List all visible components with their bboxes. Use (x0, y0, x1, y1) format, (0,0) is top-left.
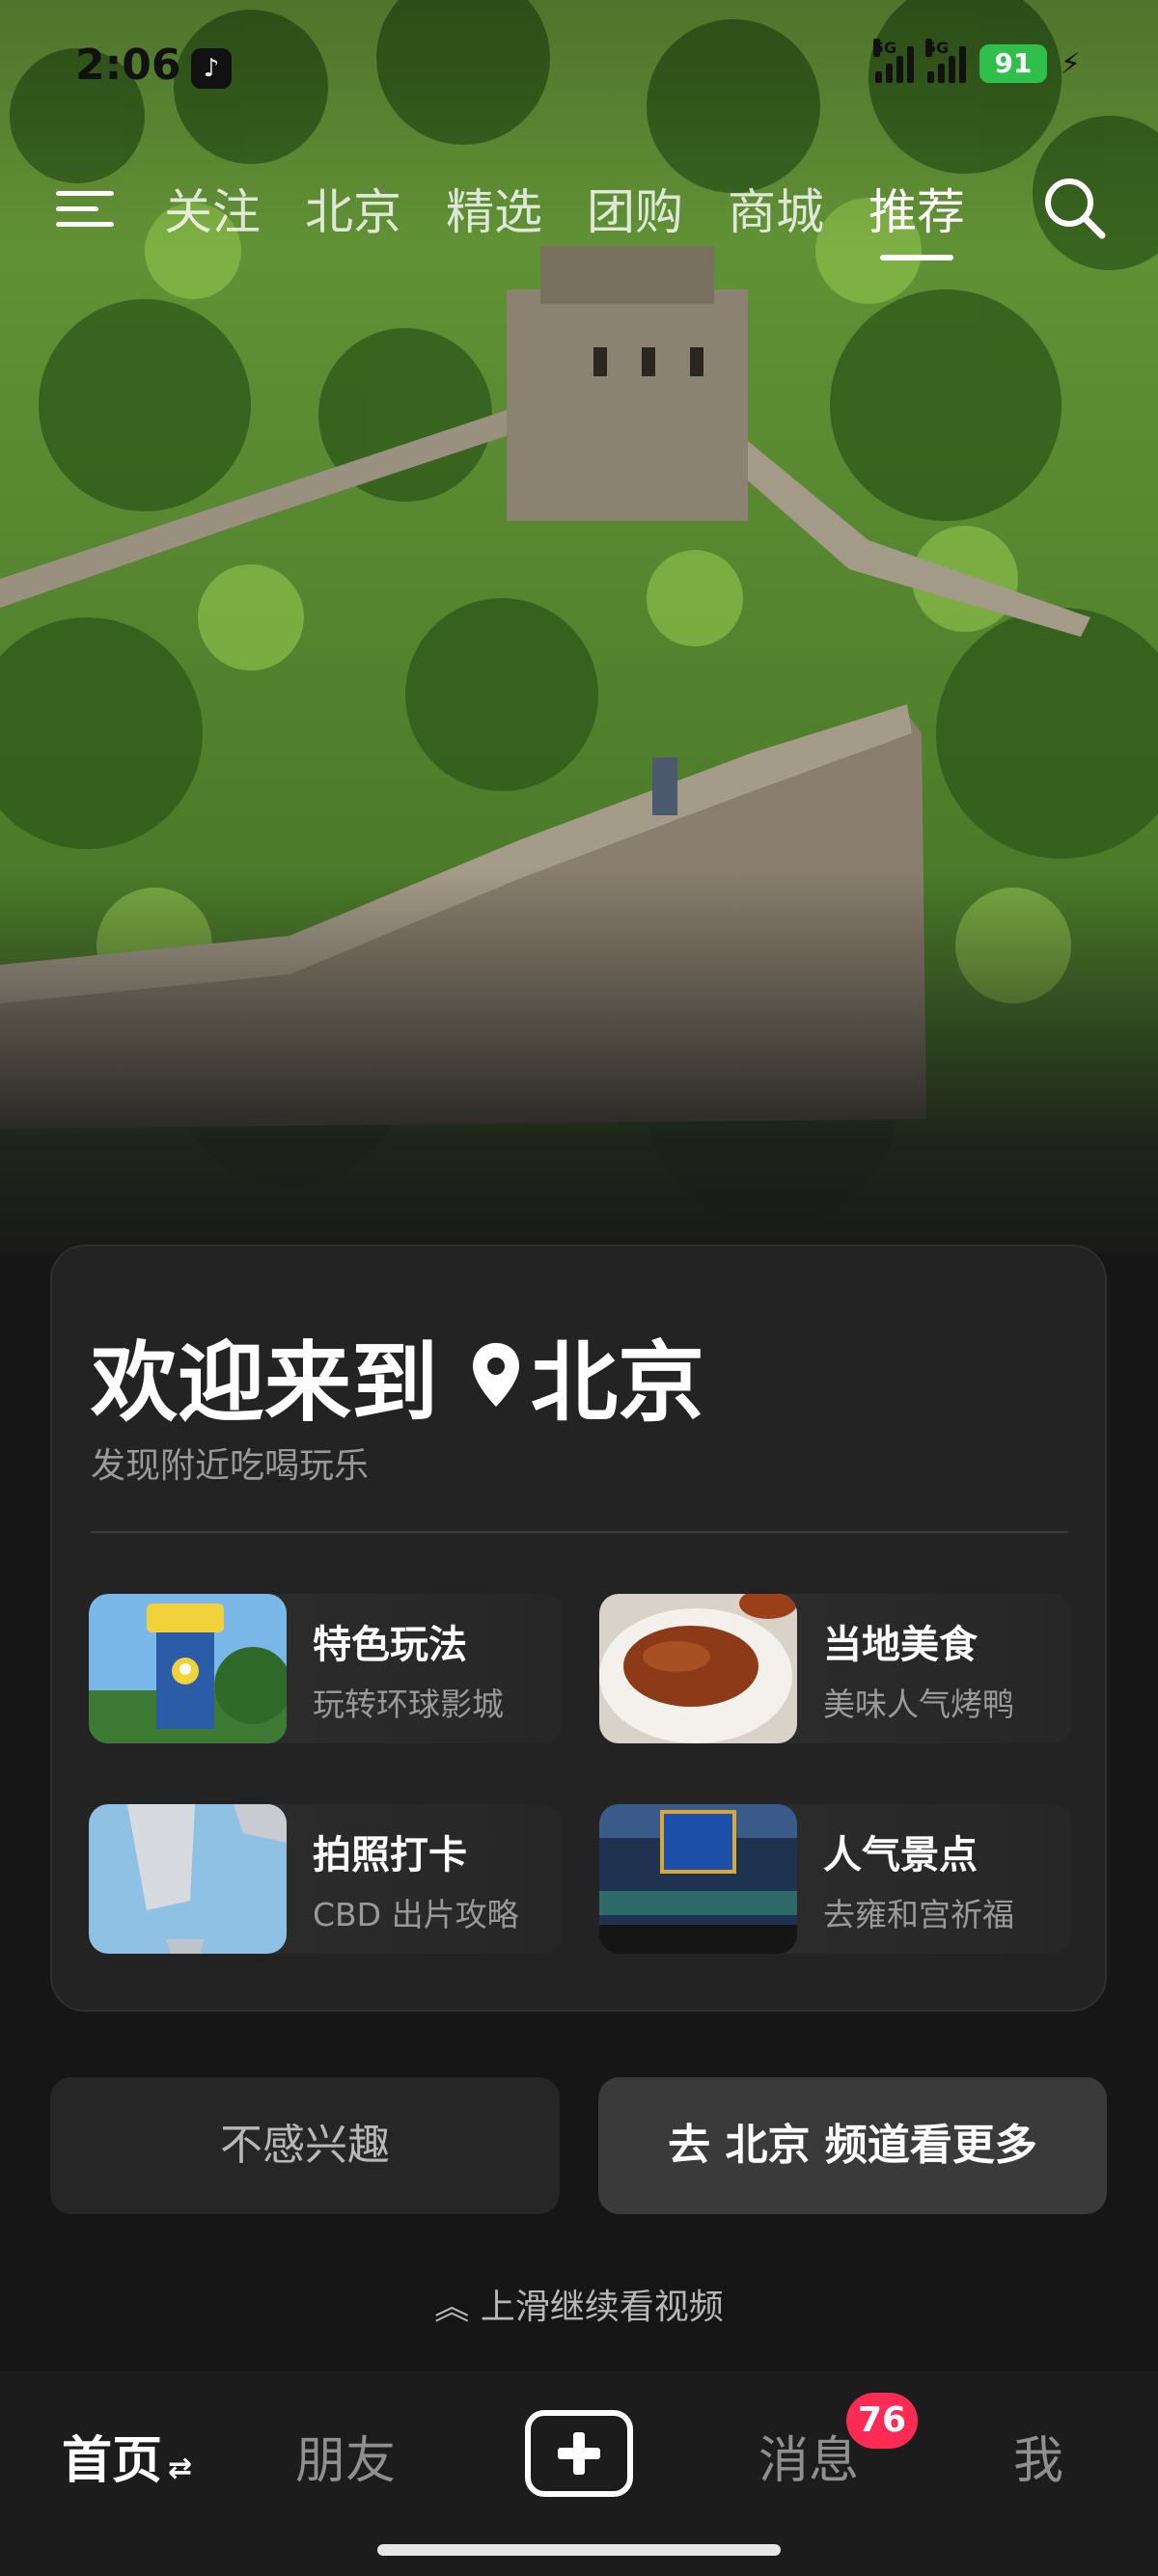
status-bar: 2:06 ♪ 5G 5G 91 ⚡ (0, 0, 1158, 135)
battery-indicator: 91 (979, 44, 1047, 83)
nav-friends[interactable]: 朋友 (295, 2420, 396, 2492)
tile-title: 当地美食 (823, 1623, 978, 1667)
tile-title: 特色玩法 (313, 1623, 467, 1667)
switch-icon: ⇄ (168, 2452, 193, 2485)
tile-photo-spots[interactable]: 拍照打卡 CBD 出片攻略 (89, 1804, 562, 1954)
lama-temple-thumbnail (599, 1804, 797, 1954)
status-time: 2:06 (75, 41, 181, 90)
nav-home-label: 首页 (62, 2432, 163, 2490)
double-chevron-up-icon: ︽ (434, 2288, 470, 2327)
tile-title: 拍照打卡 (313, 1833, 467, 1877)
nav-me[interactable]: 我 (1013, 2420, 1063, 2492)
tab-featured[interactable]: 精选 (446, 174, 542, 260)
tile-subtitle: 玩转环球影城 (313, 1685, 504, 1723)
welcome-title: 欢迎来到 北京 (91, 1312, 704, 1438)
tile-featured-play[interactable]: 特色玩法 玩转环球影城 (89, 1594, 562, 1743)
create-post-button[interactable] (525, 2410, 633, 2497)
tab-mall[interactable]: 商城 (728, 174, 824, 260)
not-interested-button[interactable]: 不感兴趣 (50, 2077, 560, 2214)
search-icon[interactable] (1040, 174, 1108, 241)
tile-subtitle: CBD 出片攻略 (313, 1896, 519, 1933)
status-icons: 5G 5G 91 ⚡ (872, 39, 1081, 83)
tile-subtitle: 去雍和宫祈福 (823, 1896, 1014, 1933)
top-nav: 关注 北京 精选 团购 商城 推荐 (0, 164, 1158, 260)
swipe-up-hint: ︽ 上滑继续看视频 (0, 2279, 1158, 2329)
menu-icon[interactable] (56, 183, 114, 232)
welcome-subtitle: 发现附近吃喝玩乐 (91, 1446, 370, 1486)
signal-icon: 5G (924, 39, 966, 83)
divider (91, 1531, 1068, 1533)
tile-title: 人气景点 (823, 1833, 978, 1877)
home-indicator (377, 2544, 781, 2556)
signal-icon: 5G (872, 39, 914, 83)
tab-recommended[interactable]: 推荐 (868, 174, 965, 260)
location-pin-icon (473, 1343, 519, 1407)
tab-group-buy[interactable]: 团购 (587, 174, 683, 260)
tile-popular-sights[interactable]: 人气景点 去雍和宫祈福 (599, 1804, 1072, 1954)
tiktok-icon: ♪ (191, 48, 232, 89)
universal-studios-thumbnail (89, 1594, 287, 1743)
nav-home[interactable]: 首页 ⇄ (62, 2420, 192, 2492)
swipe-up-hint-label: 上滑继续看视频 (480, 2288, 724, 2327)
nav-tabs: 关注 北京 精选 团购 商城 推荐 (164, 174, 965, 260)
roast-duck-thumbnail (599, 1594, 797, 1743)
welcome-city: 北京 (531, 1332, 704, 1434)
messages-badge: 76 (846, 2393, 919, 2449)
tab-beijing[interactable]: 北京 (305, 174, 401, 260)
cbd-skyscraper-thumbnail (89, 1804, 287, 1954)
charging-icon: ⚡ (1060, 46, 1081, 81)
welcome-title-prefix: 欢迎来到 (91, 1332, 438, 1434)
tab-following[interactable]: 关注 (164, 174, 261, 260)
go-beijing-channel-button[interactable]: 去 北京 频道看更多 (598, 2077, 1107, 2214)
welcome-card: 欢迎来到 北京 发现附近吃喝玩乐 特色玩法 玩转环球影城 当地美食 美味人气烤鸭… (50, 1245, 1107, 2012)
tile-subtitle: 美味人气烤鸭 (823, 1685, 1014, 1723)
nav-messages[interactable]: 消息 (758, 2420, 859, 2492)
tile-local-food[interactable]: 当地美食 美味人气烤鸭 (599, 1594, 1072, 1743)
